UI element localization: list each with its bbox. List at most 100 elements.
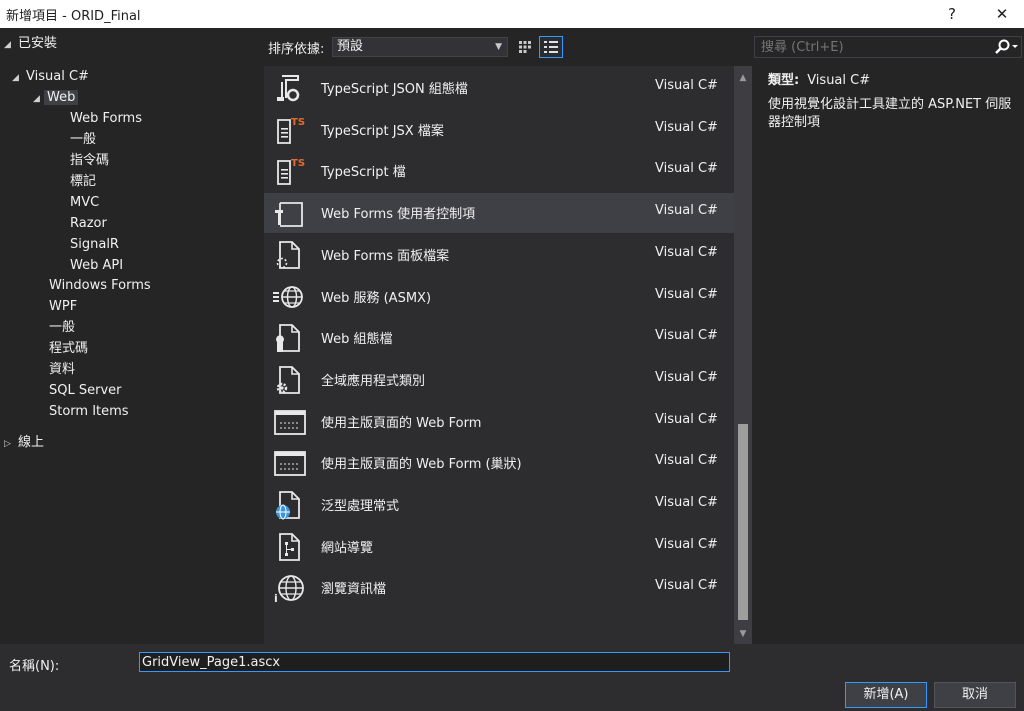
tree-node-csharp-child-4[interactable]: 資料 — [49, 360, 75, 380]
template-language: Visual C# — [655, 119, 718, 135]
tree-node-web-child-4[interactable]: MVC — [70, 193, 99, 213]
tree-node-label: 指令碼 — [70, 153, 110, 168]
template-name: TypeScript JSX 檔案 — [321, 123, 444, 139]
template-row[interactable]: Web 服務 (ASMX) Visual C# — [264, 277, 734, 317]
tree-node-csharp-child-2[interactable]: 一般 — [49, 318, 75, 338]
template-language: Visual C# — [655, 286, 718, 302]
sort-dropdown[interactable]: 預設 ▼ — [332, 37, 508, 57]
template-name: Web 服務 (ASMX) — [321, 290, 432, 306]
user-control-icon — [272, 197, 306, 229]
tree-node-csharp-child-0[interactable]: Windows Forms — [49, 276, 151, 296]
template-name: 瀏覽資訊檔 — [321, 582, 387, 598]
template-row[interactable]: TS TypeScript 檔 Visual C# — [264, 151, 734, 191]
template-row[interactable]: 使用主版頁面的 Web Form Visual C# — [264, 402, 734, 442]
tree-node-online[interactable]: ▷ 線上 — [4, 433, 44, 453]
tree-node-label: 程式碼 — [49, 341, 89, 356]
tree-node-csharp-child-6[interactable]: Storm Items — [49, 402, 129, 422]
category-tree: ◢ 已安裝 ◢ Visual C# ◢ Web Web Forms 一般 指令碼 標記 MVC… — [0, 28, 262, 644]
template-language: Visual C# — [655, 244, 718, 260]
small-icons-view-button[interactable] — [513, 36, 537, 58]
expanded-arrow-icon[interactable]: ◢ — [12, 68, 26, 88]
tree-node-label: Storm Items — [49, 404, 129, 419]
template-row[interactable]: Web Forms 使用者控制項 Visual C# — [264, 193, 734, 234]
tree-node-web-child-3[interactable]: 標記 — [70, 172, 96, 192]
details-view-button[interactable] — [539, 36, 563, 58]
tree-node-csharp-child-1[interactable]: WPF — [49, 297, 77, 317]
window-title: 新增項目 - ORID_Final — [6, 9, 141, 24]
template-name: 網站導覽 — [321, 540, 374, 556]
template-name: 使用主版頁面的 Web Form (巢狀) — [321, 457, 522, 473]
collapsed-arrow-icon[interactable]: ▷ — [4, 434, 18, 454]
web-form-nested-master-icon — [272, 447, 306, 479]
template-row[interactable]: 全域應用程式類別 Visual C# — [264, 360, 734, 400]
help-button[interactable]: ? — [930, 0, 974, 28]
tree-node-label: Razor — [70, 216, 107, 231]
search-icon[interactable] — [994, 39, 1020, 55]
web-config-icon — [272, 322, 306, 354]
tree-node-label: Windows Forms — [49, 278, 151, 293]
tree-node-label: WPF — [49, 299, 78, 314]
tree-node-label: SQL Server — [49, 383, 122, 398]
scroll-down-arrow-icon[interactable]: ▼ — [734, 626, 752, 642]
tree-node-web-child-0[interactable]: Web Forms — [70, 109, 142, 129]
close-button[interactable]: ✕ — [980, 0, 1024, 28]
template-row[interactable]: Web Forms 面板檔案 Visual C# — [264, 235, 734, 275]
template-list: TypeScript JSON 組態檔 Visual C# TS TypeScript… — [264, 66, 752, 644]
template-language: Visual C# — [655, 328, 718, 344]
scroll-up-arrow-icon[interactable]: ▲ — [734, 70, 752, 86]
template-info-panel: 類型: Visual C# 使用視覺化設計工具建立的 ASP.NET 伺服器控制項 — [768, 72, 1018, 132]
tree-node-web-child-6[interactable]: SignalR — [70, 235, 119, 255]
chevron-down-icon: ▼ — [495, 42, 502, 52]
cancel-button[interactable]: 取消 — [934, 682, 1016, 708]
template-row[interactable]: TS TypeScript JSX 檔案 Visual C# — [264, 110, 734, 150]
template-row[interactable]: 泛型處理常式 Visual C# — [264, 485, 734, 525]
tree-node-web[interactable]: ◢ Web — [33, 88, 79, 108]
template-name: TypeScript 檔 — [321, 165, 406, 181]
template-row[interactable]: TypeScript JSON 組態檔 Visual C# — [264, 68, 734, 108]
tree-node-label: 一般 — [70, 132, 97, 147]
bottom-bar: 名稱(N): 新增(A) 取消 — [0, 644, 1024, 711]
template-row[interactable]: Web 組態檔 Visual C# — [264, 318, 734, 358]
tree-node-label: 資料 — [49, 362, 76, 377]
tree-node-web-child-5[interactable]: Razor — [70, 214, 107, 234]
template-description: 使用視覺化設計工具建立的 ASP.NET 伺服器控制項 — [768, 97, 1012, 130]
typescript-json-config-icon — [272, 72, 306, 104]
template-name: 使用主版頁面的 Web Form — [321, 415, 482, 431]
template-name: TypeScript JSON 組態檔 — [321, 82, 468, 97]
template-row[interactable]: 網站導覽 Visual C# — [264, 527, 734, 567]
tree-node-label: 標記 — [70, 174, 97, 189]
svg-text:i: i — [274, 592, 278, 604]
template-language: Visual C# — [655, 369, 718, 385]
tree-node-installed[interactable]: ◢ 已安裝 — [4, 34, 57, 54]
tree-node-web-child-1[interactable]: 一般 — [70, 130, 96, 150]
template-language: Visual C# — [655, 203, 718, 219]
tree-node-csharp-child-5[interactable]: SQL Server — [49, 381, 122, 401]
expanded-arrow-icon[interactable]: ◢ — [4, 35, 18, 55]
search-box[interactable] — [754, 36, 1022, 58]
type-value: Visual C# — [807, 73, 871, 88]
svg-text:TS: TS — [291, 117, 305, 128]
template-name: Web 組態檔 — [321, 332, 393, 348]
title-bar: 新增項目 - ORID_Final ? ✕ — [0, 0, 1024, 28]
name-label: 名稱(N): — [9, 659, 60, 674]
template-row[interactable]: 使用主版頁面的 Web Form (巢狀) Visual C# — [264, 443, 734, 483]
type-label: 類型: — [768, 73, 800, 88]
list-view-icon — [544, 41, 558, 53]
global-app-class-icon — [272, 364, 306, 396]
tree-node-visual-csharp[interactable]: ◢ Visual C# — [12, 67, 89, 87]
search-input[interactable] — [755, 37, 990, 57]
tree-node-web-child-7[interactable]: Web API — [70, 256, 123, 276]
web-form-master-icon — [272, 406, 306, 438]
name-input[interactable] — [139, 652, 730, 672]
template-name: 全域應用程式類別 — [321, 373, 426, 389]
add-button[interactable]: 新增(A) — [845, 682, 927, 708]
scrollbar-thumb[interactable] — [738, 424, 748, 620]
template-language: Visual C# — [655, 578, 718, 594]
tree-node-csharp-child-3[interactable]: 程式碼 — [49, 339, 88, 359]
tree-node-web-child-2[interactable]: 指令碼 — [70, 151, 109, 171]
tree-node-label: 一般 — [49, 320, 76, 335]
template-row[interactable]: i 瀏覽資訊檔 Visual C# — [264, 568, 734, 608]
template-name: Web Forms 面板檔案 — [321, 248, 450, 264]
typescript-jsx-file-icon: TS — [272, 114, 306, 146]
vertical-scrollbar[interactable]: ▲ ▼ — [734, 66, 752, 644]
